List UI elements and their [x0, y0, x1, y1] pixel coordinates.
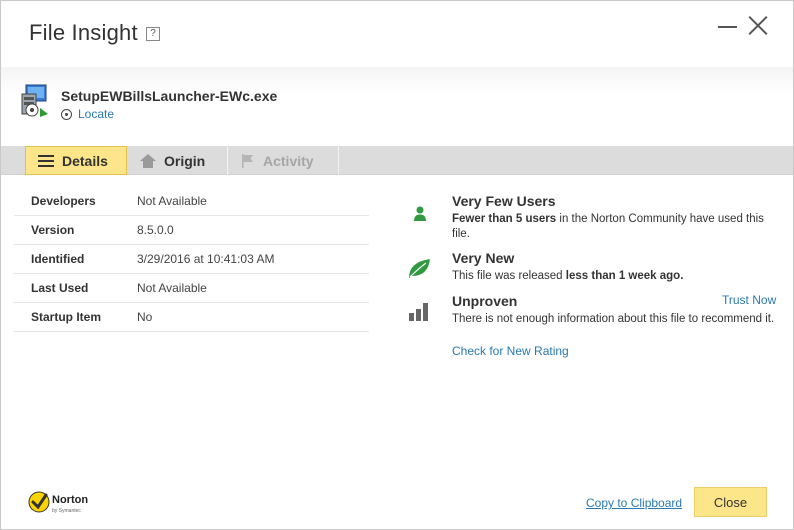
table-row: Startup Item No [14, 303, 369, 332]
close-icon[interactable] [747, 15, 769, 37]
crosshair-icon [61, 108, 72, 120]
check-rating-link[interactable]: Check for New Rating [452, 344, 569, 358]
user-icon [414, 206, 426, 221]
rating-text: There is not enough information about th… [452, 313, 775, 325]
flag-icon [242, 153, 253, 168]
detail-value: No [137, 310, 153, 324]
leaf-icon [409, 259, 430, 278]
help-icon[interactable]: ? [146, 27, 160, 41]
file-name: SetupEWBillsLauncher-EWc.exe [61, 88, 278, 104]
tab-bar: Details Origin Activity [1, 146, 793, 175]
tab-details-label: Details [62, 152, 108, 169]
rating-title: Unproven [452, 293, 518, 309]
signal-bars-icon [409, 303, 428, 321]
detail-key: Last Used [31, 281, 89, 295]
table-row: Version 8.5.0.0 [14, 216, 369, 245]
tab-activity-label: Activity [263, 152, 314, 169]
detail-key: Identified [31, 252, 85, 266]
tab-activity[interactable]: Activity [229, 146, 339, 175]
minimize-icon[interactable] [717, 13, 739, 39]
detail-value: Not Available [137, 194, 207, 208]
table-row: Identified 3/29/2016 at 10:41:03 AM [14, 245, 369, 274]
detail-value: 3/29/2016 at 10:41:03 AM [137, 252, 275, 266]
detail-key: Startup Item [31, 310, 102, 324]
users-title: Very Few Users [452, 193, 556, 209]
file-header: SetupEWBillsLauncher-EWc.exe Locate [1, 67, 793, 145]
window-title: File Insight [29, 20, 138, 45]
tab-origin-label: Origin [164, 152, 206, 169]
norton-logo: Norton by Symantec [28, 491, 88, 514]
table-row: Last Used Not Available [14, 274, 369, 303]
locate-label: Locate [78, 107, 115, 121]
list-icon [38, 154, 54, 167]
title-bar: File Insight ? [1, 1, 793, 67]
detail-value: Not Available [137, 281, 207, 295]
installer-file-icon [21, 84, 48, 117]
detail-value: 8.5.0.0 [137, 223, 174, 237]
tab-origin[interactable]: Origin [128, 146, 228, 175]
detail-key: Version [31, 223, 75, 237]
details-table: Developers Not Available Version 8.5.0.0… [14, 187, 369, 332]
home-icon [140, 153, 156, 168]
trust-now-link[interactable]: Trust Now [722, 293, 776, 307]
detail-key: Developers [31, 194, 96, 208]
svg-text:by Symantec: by Symantec [52, 508, 81, 514]
file-insight-window: File Insight ? SetupEWBillsLauncher-EWc.… [0, 0, 794, 530]
copy-to-clipboard-link[interactable]: Copy to Clipboard [586, 496, 682, 510]
locate-link[interactable]: Locate [61, 107, 114, 121]
close-button[interactable]: Close [694, 487, 767, 517]
tab-details[interactable]: Details [25, 146, 127, 175]
table-row: Developers Not Available [14, 187, 369, 216]
svg-text:Norton: Norton [52, 494, 88, 506]
age-title: Very New [452, 250, 515, 266]
age-text: This file was released less than 1 week … [452, 270, 684, 282]
users-text: Fewer than 5 users in the Norton Communi… [452, 213, 764, 240]
